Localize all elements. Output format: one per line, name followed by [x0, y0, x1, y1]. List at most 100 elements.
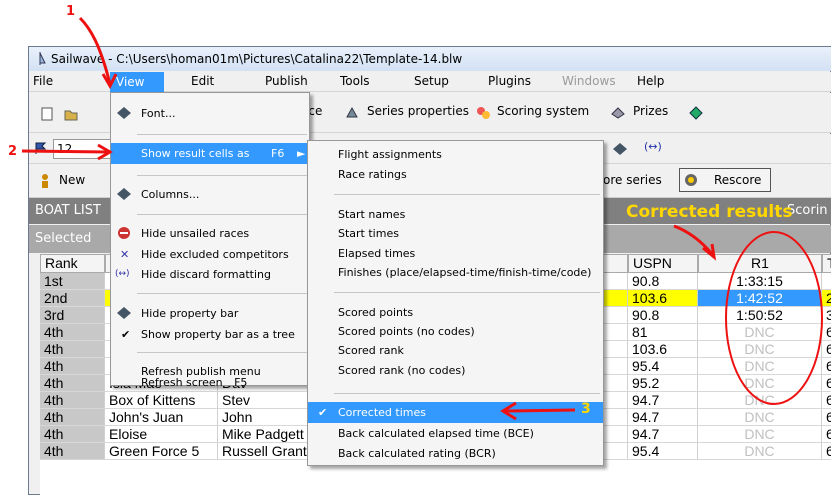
r1-cell[interactable]: 1:42:52 — [698, 290, 822, 307]
rescore-icon — [683, 172, 699, 188]
t-cell[interactable]: 62 — [822, 409, 831, 426]
menu-item-refresh-screen[interactable]: Refresh screen F5 — [111, 377, 309, 388]
header-r1[interactable]: R1 — [698, 254, 822, 273]
submenu-bcr[interactable]: Back calculated rating (BCR) — [308, 443, 603, 464]
rank-cell[interactable]: 3rd — [40, 307, 105, 324]
hide-property-bar-label: Hide property bar — [141, 307, 239, 320]
uspn-cell[interactable]: 95.4 — [628, 358, 698, 375]
scoring-system-button[interactable]: Scoring system — [497, 104, 589, 118]
r1-cell[interactable]: DNC — [698, 324, 822, 341]
t-cell[interactable]: 62 — [822, 392, 831, 409]
t-cell[interactable]: 3. — [822, 307, 831, 324]
publish-icon[interactable] — [688, 105, 704, 121]
submenu-elapsed-times[interactable]: Elapsed times — [308, 243, 603, 264]
submenu-scored-rank[interactable]: Scored rank — [308, 340, 603, 361]
submenu-flight-assignments[interactable]: Flight assignments — [308, 144, 603, 165]
uspn-cell[interactable]: 90.8 — [628, 273, 698, 290]
t-cell[interactable]: 62 — [822, 324, 831, 341]
r1-cell[interactable]: 1:50:52 — [698, 307, 822, 324]
rank-cell[interactable]: 4th — [40, 341, 105, 358]
t-cell[interactable] — [822, 273, 831, 290]
open-icon[interactable] — [63, 106, 79, 122]
prizes-button[interactable]: Prizes — [633, 104, 668, 118]
scoring-label-partial: Scorin — [787, 203, 828, 218]
series-properties-button[interactable]: Series properties — [367, 104, 469, 118]
rank-cell[interactable]: 4th — [40, 409, 105, 426]
r1-cell[interactable]: DNC — [698, 392, 822, 409]
t-cell[interactable]: 62 — [822, 426, 831, 443]
r1-cell[interactable]: DNC — [698, 358, 822, 375]
menu-item-hide-unsailed[interactable]: Hide unsailed races — [111, 223, 309, 244]
menu-help[interactable]: Help — [637, 74, 664, 88]
t-cell[interactable]: 62 — [822, 341, 831, 358]
r1-cell[interactable]: DNC — [698, 341, 822, 358]
menu-item-hide-discard[interactable]: (↔) Hide discard formatting — [111, 264, 309, 285]
menu-item-show-property-tree[interactable]: ✔ Show property bar as a tree — [111, 324, 309, 345]
rank-cell[interactable]: 4th — [40, 426, 105, 443]
boat-cell[interactable]: Eloise — [105, 426, 218, 443]
uspn-cell[interactable]: 94.7 — [628, 392, 698, 409]
r1-cell[interactable]: 1:33:15 — [698, 273, 822, 290]
value-field[interactable]: 12 — [53, 139, 113, 159]
menu-item-show-result-cells[interactable]: Show result cells as F6 ► — [111, 143, 309, 164]
menu-item-columns[interactable]: Columns... — [111, 184, 309, 205]
submenu-corrected-times[interactable]: ✔ Corrected times — [308, 402, 603, 423]
menu-setup[interactable]: Setup — [414, 74, 449, 88]
rank-cell[interactable]: 4th — [40, 375, 105, 392]
columns-icon — [116, 186, 132, 202]
uspn-cell[interactable]: 103.6 — [628, 290, 698, 307]
submenu-race-ratings[interactable]: Race ratings — [308, 164, 603, 185]
header-uspn[interactable]: USPN — [628, 254, 698, 273]
uspn-cell[interactable]: 95.2 — [628, 375, 698, 392]
new-button[interactable]: New — [59, 173, 85, 187]
submenu-finishes[interactable]: Finishes (place/elapsed-time/finish-time… — [308, 262, 603, 283]
menu-item-font[interactable]: Font... — [111, 103, 309, 124]
diamond-icon[interactable] — [612, 141, 628, 157]
rank-cell[interactable]: 4th — [40, 358, 105, 375]
uspn-cell[interactable]: 94.7 — [628, 409, 698, 426]
submenu-start-times[interactable]: Start times — [308, 223, 603, 244]
score-series-button[interactable]: ore series — [603, 173, 662, 187]
rescore-button[interactable]: Rescore — [679, 168, 771, 192]
submenu-scored-points[interactable]: Scored points — [308, 302, 603, 323]
rank-cell[interactable]: 4th — [40, 443, 105, 460]
new-file-icon[interactable] — [39, 106, 55, 122]
bce-label: Back calculated elapsed time (BCE) — [338, 427, 534, 440]
uspn-cell[interactable]: 90.8 — [628, 307, 698, 324]
menu-windows[interactable]: Windows — [562, 74, 616, 88]
uspn-cell[interactable]: 103.6 — [628, 341, 698, 358]
header-rank[interactable]: Rank — [40, 254, 105, 273]
uspn-cell[interactable]: 95.4 — [628, 443, 698, 460]
rank-cell[interactable]: 4th — [40, 324, 105, 341]
r1-cell[interactable]: DNC — [698, 409, 822, 426]
submenu-scored-points-nocodes[interactable]: Scored points (no codes) — [308, 321, 603, 342]
menu-tools[interactable]: Tools — [340, 74, 370, 88]
t-cell[interactable]: 62 — [822, 443, 831, 460]
menu-file[interactable]: File — [33, 74, 53, 88]
submenu-start-names[interactable]: Start names — [308, 204, 603, 225]
boat-cell[interactable]: John's Juan — [105, 409, 218, 426]
rank-cell[interactable]: 1st — [40, 273, 105, 290]
menu-plugins[interactable]: Plugins — [488, 74, 531, 88]
uspn-cell[interactable]: 94.7 — [628, 426, 698, 443]
menu-publish[interactable]: Publish — [265, 74, 308, 88]
menu-view[interactable]: View — [110, 72, 164, 92]
boat-cell[interactable]: Box of Kittens — [105, 392, 218, 409]
menu-item-hide-excluded[interactable]: ✕ Hide excluded competitors — [111, 244, 309, 265]
uspn-cell[interactable]: 81 — [628, 324, 698, 341]
menu-item-hide-property-bar[interactable]: Hide property bar — [111, 303, 309, 324]
rank-cell[interactable]: 4th — [40, 392, 105, 409]
header-t[interactable]: T — [822, 254, 831, 273]
t-cell[interactable]: 62 — [822, 358, 831, 375]
rank-cell[interactable]: 2nd — [40, 290, 105, 307]
boat-cell[interactable]: Green Force 5 — [105, 443, 218, 460]
r1-cell[interactable]: DNC — [698, 375, 822, 392]
menu-edit[interactable]: Edit — [191, 74, 214, 88]
t-cell[interactable]: 2. — [822, 290, 831, 307]
r1-cell[interactable]: DNC — [698, 443, 822, 460]
r1-cell[interactable]: DNC — [698, 426, 822, 443]
submenu-bce[interactable]: Back calculated elapsed time (BCE) — [308, 423, 603, 444]
link-icon[interactable]: (↔) — [644, 140, 662, 153]
t-cell[interactable]: 62 — [822, 375, 831, 392]
submenu-scored-rank-nocodes[interactable]: Scored rank (no codes) — [308, 360, 603, 381]
